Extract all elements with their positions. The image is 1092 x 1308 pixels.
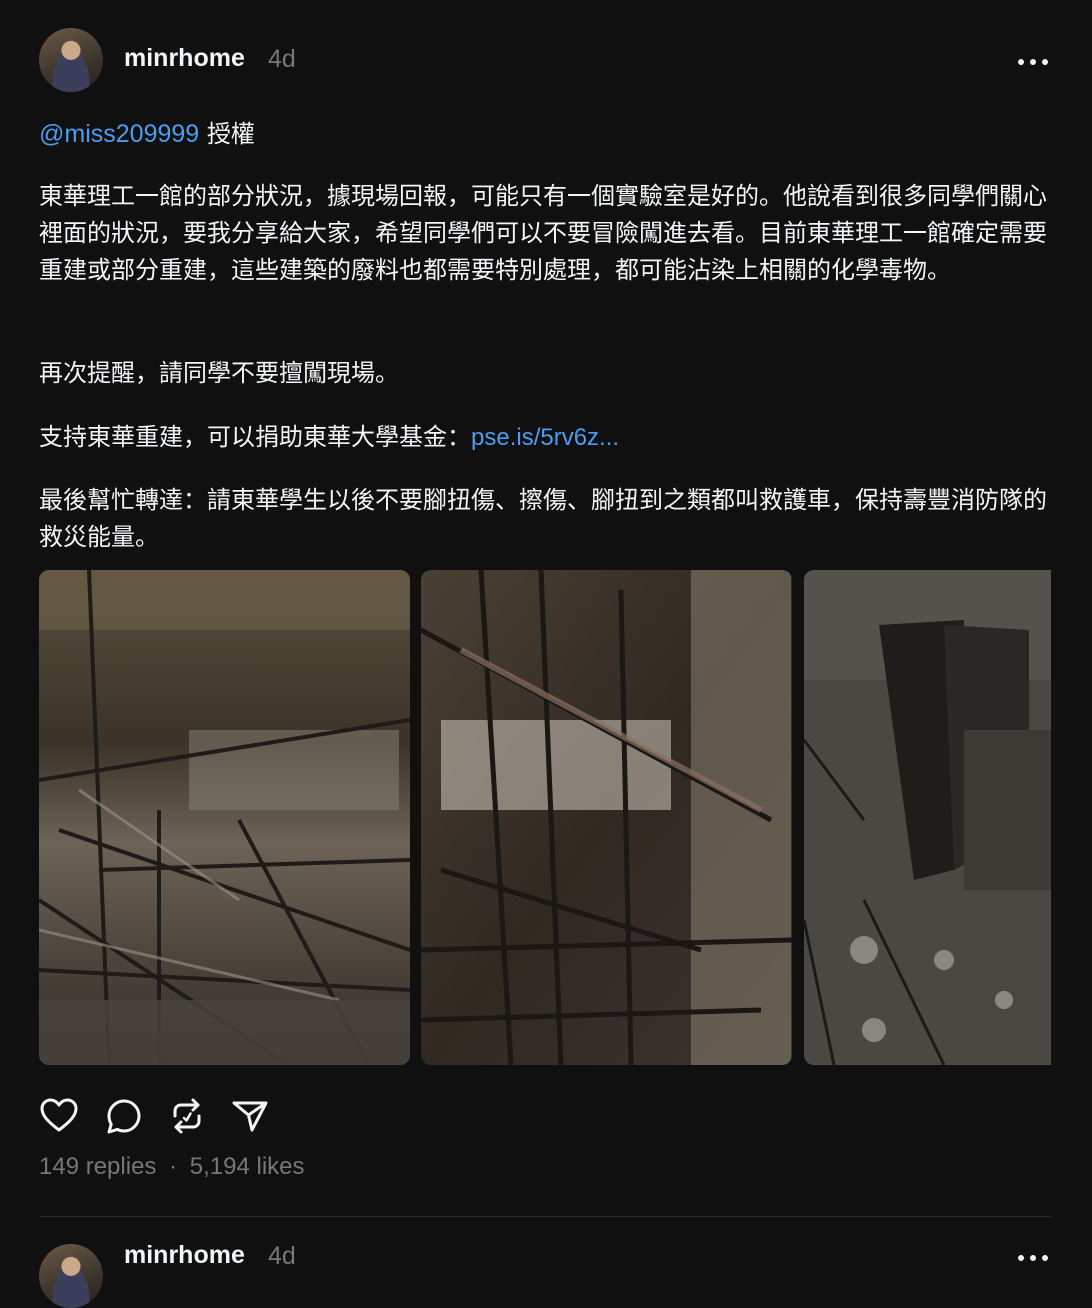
post-image-3[interactable] [804,570,1051,1065]
donate-link[interactable]: pse.is/5rv6z... [471,424,619,451]
post-paragraph-1: 東華理工一館的部分狀況，據現場回報，可能只有一個實驗室是好的。他說看到很多同學們… [39,182,1047,284]
donate-text: 支持東華重建，可以捐助東華大學基金： [39,423,471,451]
likes-count[interactable]: 5,194 likes [190,1153,305,1180]
more-options-icon[interactable] [1018,57,1048,67]
post-stats: 149 replies · 5,194 likes [39,1153,305,1181]
post-image-2[interactable] [421,570,792,1065]
next-post-time: 4d [268,1242,296,1270]
mention-line: @miss209999 授權 [39,116,1051,153]
next-post-username[interactable]: minrhome [124,1241,245,1270]
stats-separator: · [169,1153,178,1180]
username[interactable]: minrhome [124,44,245,73]
post-time: 4d [268,45,296,73]
next-post-more-options-icon[interactable] [1018,1253,1048,1263]
mention-suffix: 授權 [199,120,255,148]
donate-line: 支持東華重建，可以捐助東華大學基金：pse.is/5rv6z... [39,419,1051,456]
next-post-avatar[interactable] [39,1244,103,1308]
replies-count[interactable]: 149 replies [39,1153,156,1180]
post-image-1[interactable] [39,570,410,1065]
share-icon[interactable] [230,1096,270,1136]
repost-icon[interactable] [167,1096,207,1136]
post-paragraph-2: 再次提醒，請同學不要擅闖現場。 [39,359,399,387]
post-divider [39,1216,1051,1217]
comment-icon[interactable] [104,1096,144,1136]
avatar[interactable] [39,28,103,92]
heart-icon[interactable] [39,1096,79,1136]
post-paragraph-3: 最後幫忙轉達：請東華學生以後不要腳扭傷、擦傷、腳扭到之類都叫救護車，保持壽豐消防… [39,486,1047,551]
mention-link[interactable]: @miss209999 [39,120,199,148]
